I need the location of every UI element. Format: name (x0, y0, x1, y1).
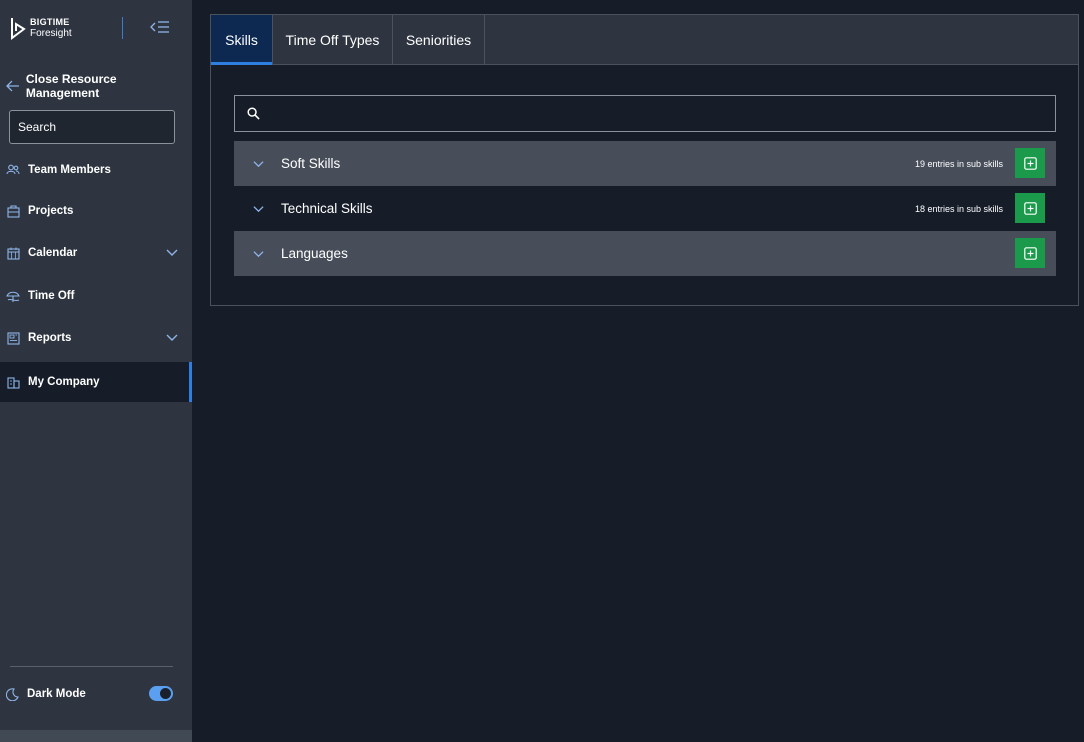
collapse-sidebar-button[interactable] (148, 17, 172, 37)
settings-panel: Skills Time Off Types Seniorities Soft S… (210, 14, 1079, 306)
tab-time-off-types[interactable]: Time Off Types (273, 15, 393, 65)
search-icon (247, 107, 260, 120)
sidebar-item-label: Reports (28, 332, 72, 344)
skill-group-row: Languages (234, 231, 1056, 276)
sidebar-item-label: My Company (28, 376, 100, 388)
projects-icon (6, 204, 20, 218)
tab-label: Skills (225, 32, 258, 48)
skill-entry-count: 18 entries in sub skills (914, 203, 1003, 214)
sidebar-search-input[interactable] (18, 120, 173, 134)
team-icon (6, 163, 20, 177)
skill-group-row: Soft Skills 19 entries in sub skills (234, 141, 1056, 186)
sidebar: BIGTIME Foresight Close Resource Managem… (0, 0, 192, 742)
company-icon (6, 375, 20, 389)
add-skill-button[interactable] (1015, 238, 1045, 268)
tab-label: Time Off Types (285, 32, 380, 48)
sidebar-item-team-members[interactable]: Team Members (0, 150, 192, 190)
chevron-down-icon[interactable] (253, 158, 264, 169)
sidebar-item-label: Team Members (28, 164, 111, 176)
arrow-left-icon (6, 80, 19, 92)
sidebar-item-projects[interactable]: Projects (0, 191, 192, 231)
skills-search[interactable] (234, 95, 1056, 132)
logo[interactable]: BIGTIME Foresight (10, 16, 72, 40)
sidebar-search[interactable] (9, 110, 175, 144)
sidebar-item-label: Calendar (28, 247, 78, 259)
tab-label: Seniorities (405, 32, 472, 48)
dark-mode-setting: Dark Mode (6, 684, 186, 704)
reports-icon (6, 331, 20, 345)
skill-group-row: Technical Skills 18 entries in sub skill… (234, 186, 1056, 231)
dark-mode-label: Dark Mode (27, 688, 86, 700)
moon-icon (6, 687, 19, 701)
sidebar-divider (10, 666, 173, 667)
plus-square-icon (1023, 246, 1037, 260)
toggle-knob (160, 688, 171, 699)
chevron-down-icon[interactable] (253, 203, 264, 214)
back-link-label: Close Resource Management (25, 72, 117, 100)
skills-search-input[interactable] (268, 106, 1055, 121)
collapse-menu-icon (150, 21, 169, 33)
sidebar-item-calendar[interactable]: Calendar (0, 233, 192, 273)
sidebar-item-reports[interactable]: Reports (0, 318, 192, 358)
sidebar-item-my-company[interactable]: My Company (0, 362, 192, 402)
tab-skills[interactable]: Skills (211, 15, 273, 65)
tab-bar: Skills Time Off Types Seniorities (211, 15, 1078, 65)
chevron-down-icon (166, 334, 178, 341)
bigtime-logo-icon (11, 18, 26, 40)
skill-group-name: Soft Skills (281, 156, 341, 171)
sidebar-item-label: Time Off (28, 290, 75, 302)
tab-seniorities[interactable]: Seniorities (393, 15, 485, 65)
add-skill-button[interactable] (1015, 148, 1045, 178)
close-resource-management-link[interactable]: Close Resource Management (6, 72, 192, 100)
dark-mode-toggle[interactable] (149, 686, 173, 701)
sidebar-item-label: Projects (28, 205, 74, 217)
skill-group-name: Languages (281, 246, 348, 261)
plus-square-icon (1023, 156, 1037, 170)
plus-square-icon (1023, 201, 1037, 215)
calendar-icon (6, 246, 20, 260)
sidebar-footer-strip (0, 730, 192, 742)
logo-product: Foresight (30, 28, 72, 39)
skill-entry-count: 19 entries in sub skills (914, 158, 1003, 169)
time-off-icon (6, 289, 20, 303)
skill-group-name: Technical Skills (281, 201, 373, 216)
logo-divider (122, 17, 123, 39)
add-skill-button[interactable] (1015, 193, 1045, 223)
chevron-down-icon[interactable] (253, 248, 264, 259)
chevron-down-icon (166, 249, 178, 256)
sidebar-item-time-off[interactable]: Time Off (0, 276, 192, 316)
logo-brand: BIGTIME (30, 17, 70, 27)
